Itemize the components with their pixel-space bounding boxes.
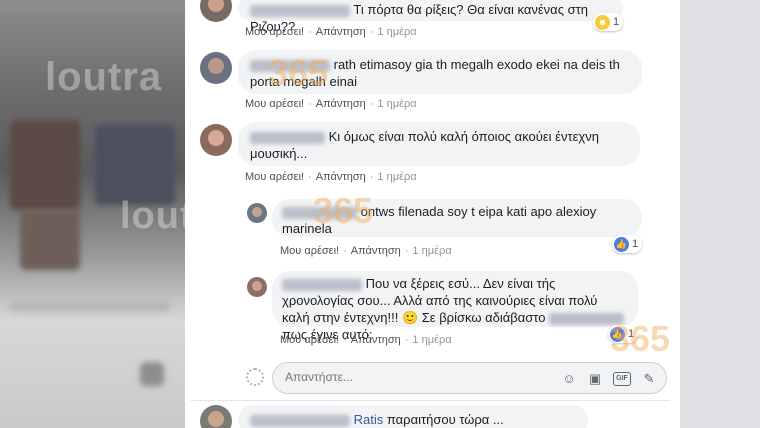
reaction-badge[interactable]: 👍 1 (612, 235, 643, 253)
reply-link[interactable]: Απάντηση (351, 334, 401, 346)
avatar[interactable] (200, 124, 232, 156)
reply-input[interactable] (285, 370, 535, 384)
watermark-brand: loutra (45, 55, 163, 99)
watermark-number: 365 (268, 52, 329, 93)
mention-link[interactable]: Ratis (354, 412, 384, 427)
reaction-badge[interactable]: ☻ 1 (593, 13, 624, 31)
haha-icon: ☻ (595, 14, 610, 30)
reply-bubble: Που να ξέρεις εσύ... Δεν είναι τής χρονο… (272, 271, 638, 342)
avatar[interactable] (247, 277, 267, 297)
comment-actions: Μου αρέσει! · Απάντηση · 1 ημέρα (245, 26, 417, 38)
timestamp[interactable]: 1 ημέρα (377, 171, 416, 183)
avatar[interactable] (247, 203, 267, 223)
reply-link[interactable]: Απάντηση (351, 245, 401, 257)
reaction-count: 1 (613, 16, 620, 28)
blurred-author-name[interactable] (250, 414, 350, 427)
divider (190, 400, 670, 401)
timestamp[interactable]: 1 ημέρα (412, 334, 451, 346)
reply-composer[interactable]: ☺ ▣ GIF ✎ (272, 362, 667, 394)
timestamp[interactable]: 1 ημέρα (377, 26, 416, 38)
like-link[interactable]: Μου αρέσει! (280, 245, 339, 257)
comment-bubble: Ratis παραιτήσου τώρα ... προλαβαίνεις (238, 405, 588, 428)
comment-actions: Μου αρέσει! · Απάντηση · 1 ημέρα (245, 171, 417, 183)
screenshot-root: loutra loutra Τι πόρτα θα ρίξεις? Θα είν… (0, 0, 760, 428)
watermark-number: 365 (313, 190, 374, 231)
blurred-author-name[interactable] (250, 4, 350, 17)
reaction-count: 1 (632, 238, 639, 250)
reply-link[interactable]: Απάντηση (316, 26, 366, 38)
watermark-number: 365 (610, 318, 671, 359)
sticker-icon[interactable]: ✎ (641, 371, 657, 387)
blurred-author-name[interactable] (282, 278, 362, 291)
comment-actions: Μου αρέσει! · Απάντηση · 1 ημέρα (245, 98, 417, 110)
reply-actions: Μου αρέσει! · Απάντηση · 1 ημέρα (280, 334, 452, 346)
reply-actions: Μου αρέσει! · Απάντηση · 1 ημέρα (280, 245, 452, 257)
blurred-photo (20, 210, 80, 270)
reply-link[interactable]: Απάντηση (316, 171, 366, 183)
blurred-photo (10, 120, 80, 210)
blurred-icon (140, 362, 164, 386)
gif-icon[interactable]: GIF (613, 372, 631, 386)
comment-bubble: Κι όμως είναι πολύ καλή όποιος ακούει έν… (238, 122, 640, 166)
camera-icon[interactable]: ▣ (587, 371, 603, 387)
loading-spinner-icon (246, 368, 264, 386)
timestamp[interactable]: 1 ημέρα (377, 98, 416, 110)
blurred-photo (95, 125, 175, 205)
comment-bubble: Τι πόρτα θα ρίξεις? Θα είναι κανένας στη… (238, 0, 623, 34)
thumbs-up-icon: 👍 (614, 236, 629, 252)
like-link[interactable]: Μου αρέσει! (245, 26, 304, 38)
timestamp[interactable]: 1 ημέρα (412, 245, 451, 257)
like-link[interactable]: Μου αρέσει! (245, 98, 304, 110)
right-margin (680, 0, 760, 428)
emoji-icon[interactable]: ☺ (561, 371, 577, 387)
like-link[interactable]: Μου αρέσει! (280, 334, 339, 346)
reply-link[interactable]: Απάντηση (316, 98, 366, 110)
blurred-text (10, 300, 170, 312)
avatar[interactable] (200, 52, 232, 84)
blurred-author-name[interactable] (250, 131, 325, 144)
like-link[interactable]: Μου αρέσει! (245, 171, 304, 183)
reply-text-part2: 🙂 Σε βρίσκω αδιάβαστο (401, 310, 546, 325)
